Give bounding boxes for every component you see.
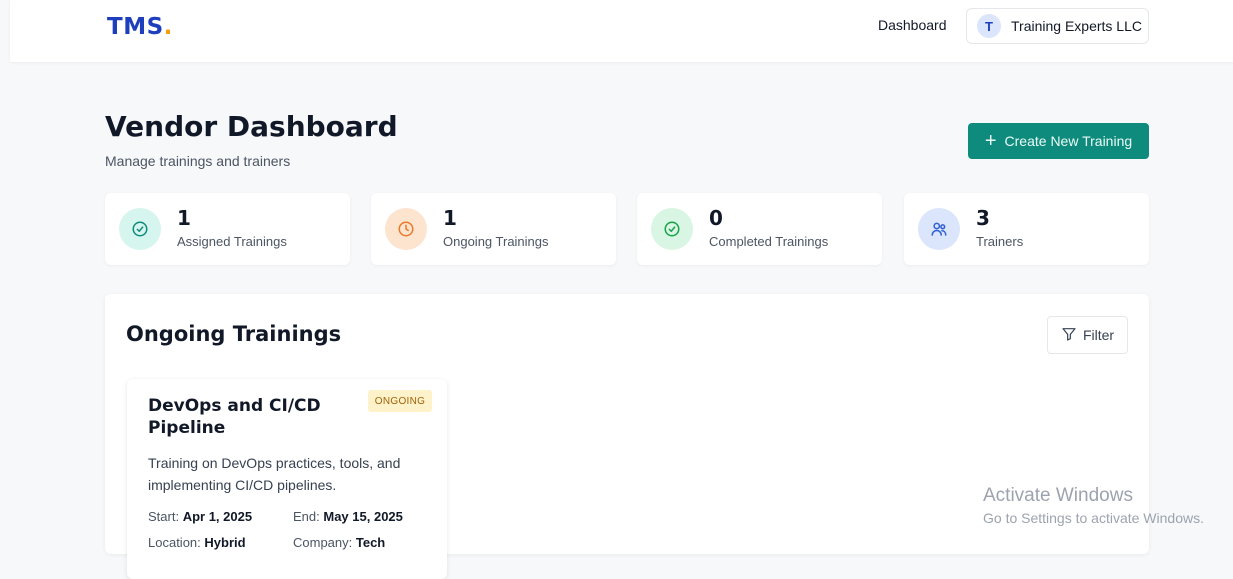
filter-button[interactable]: Filter [1047, 316, 1128, 354]
training-title: DevOps and CI/CD Pipeline [148, 396, 321, 438]
stat-value: 3 [976, 206, 990, 230]
training-card[interactable]: DevOps and CI/CD Pipeline ONGOING Traini… [127, 379, 447, 579]
user-menu[interactable]: T Training Experts LLC [966, 8, 1149, 44]
plus-icon: + [984, 130, 997, 152]
check-circle-icon [119, 208, 161, 250]
nav-link-dashboard[interactable]: Dashboard [878, 17, 947, 33]
filter-icon [1061, 326, 1077, 345]
stat-card-trainers: 3 Trainers [904, 193, 1149, 265]
stat-label: Ongoing Trainings [443, 234, 549, 249]
stat-card-assigned: 1 Assigned Trainings [105, 193, 350, 265]
training-location: Location: Hybrid [148, 535, 246, 550]
page-subtitle: Manage trainings and trainers [105, 153, 291, 169]
stat-value: 1 [177, 206, 191, 230]
app-logo[interactable]: TMS. [107, 14, 173, 40]
page-title: Vendor Dashboard [105, 110, 398, 143]
stat-card-ongoing: 1 Ongoing Trainings [371, 193, 616, 265]
stat-value: 0 [709, 206, 723, 230]
stat-value: 1 [443, 206, 457, 230]
stat-card-completed: 0 Completed Trainings [637, 193, 882, 265]
activate-windows-watermark: Activate Windows [983, 485, 1133, 506]
check-circle-icon [651, 208, 693, 250]
stat-label: Assigned Trainings [177, 234, 287, 249]
users-icon [918, 208, 960, 250]
top-navbar: TMS. Dashboard T Training Experts LLC [10, 0, 1233, 62]
stat-label: Completed Trainings [709, 234, 829, 249]
clock-icon [385, 208, 427, 250]
section-title: Ongoing Trainings [126, 322, 342, 346]
training-end: End: May 15, 2025 [293, 509, 403, 524]
stat-label: Trainers [976, 234, 1024, 249]
create-new-training-button[interactable]: + Create New Training [968, 123, 1149, 159]
status-badge: ONGOING [368, 390, 432, 412]
avatar: T [977, 14, 1001, 38]
create-new-training-label: Create New Training [1004, 133, 1133, 149]
user-name: Training Experts LLC [1011, 18, 1142, 34]
activate-windows-hint: Go to Settings to activate Windows. [983, 510, 1204, 526]
training-company: Company: Tech [293, 535, 386, 550]
training-description: Training on DevOps practices, tools, and… [148, 455, 401, 493]
training-start: Start: Apr 1, 2025 [148, 509, 253, 524]
filter-label: Filter [1082, 327, 1115, 343]
